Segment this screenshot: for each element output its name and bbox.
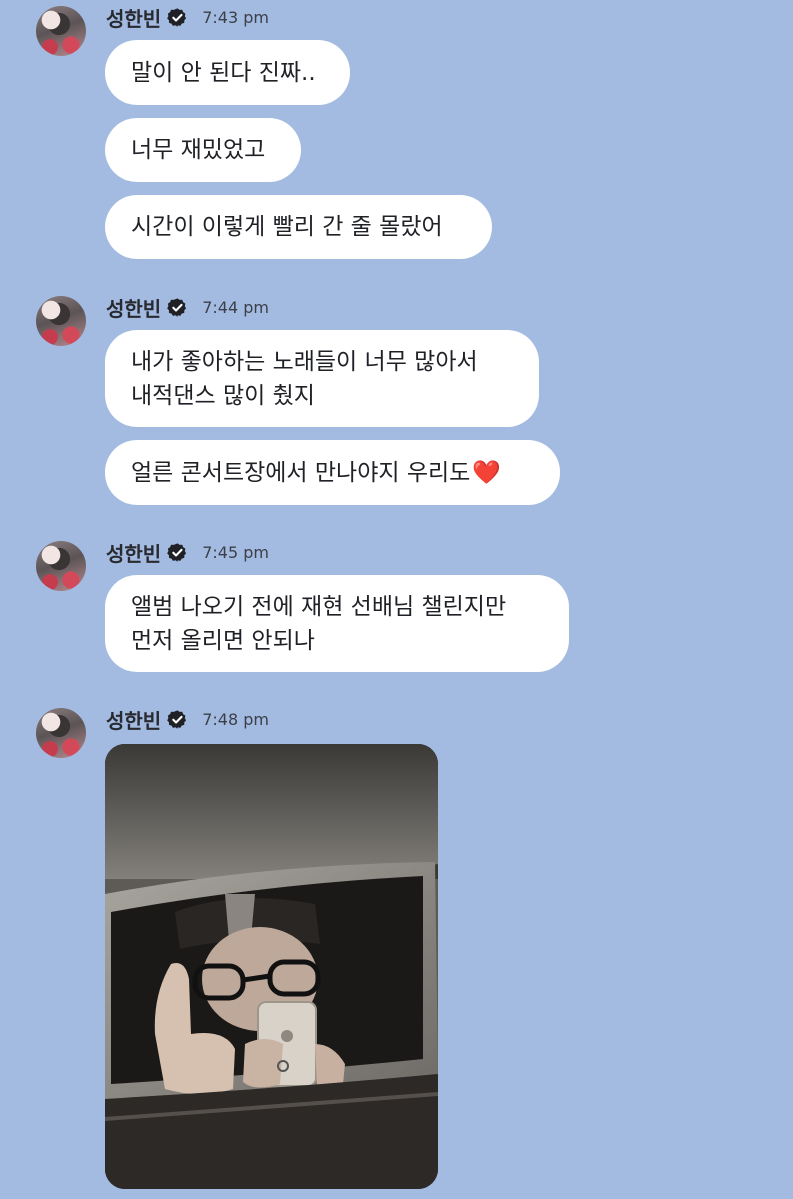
sender-name[interactable]: 성한빈 bbox=[106, 705, 161, 734]
mirror-selfie-photo-icon[interactable] bbox=[105, 744, 438, 1189]
message-header: 성한빈 7:45 pm bbox=[106, 537, 269, 567]
heart-emoji-icon: ❤️ bbox=[472, 459, 501, 486]
photo-illustration bbox=[105, 744, 438, 1189]
message-bubble[interactable]: 앨범 나오기 전에 재현 선배님 챌린지만 먼저 올리면 안되나 bbox=[105, 575, 569, 672]
message-text: 얼른 콘서트장에서 만나야지 우리도 bbox=[131, 459, 471, 486]
message-bubble[interactable]: 시간이 이렇게 빨리 간 줄 몰랐어 bbox=[105, 195, 492, 259]
chat-thread: 성한빈 7:43 pm 말이 안 된다 진짜.. 너무 재밌었고 시간이 이렇게… bbox=[0, 0, 793, 1199]
verified-badge-icon bbox=[167, 542, 187, 562]
message-bubble[interactable]: 너무 재밌었고 bbox=[105, 118, 301, 182]
message-header: 성한빈 7:48 pm bbox=[106, 704, 269, 734]
message-text: 너무 재밌었고 bbox=[131, 137, 266, 163]
sender-name[interactable]: 성한빈 bbox=[106, 538, 161, 567]
verified-badge-icon bbox=[167, 709, 187, 729]
avatar-photo-icon[interactable] bbox=[36, 541, 86, 591]
sender-name[interactable]: 성한빈 bbox=[106, 293, 161, 322]
avatar-photo-icon[interactable] bbox=[36, 6, 86, 56]
message-bubble[interactable]: 얼른 콘서트장에서 만나야지 우리도 ❤️ bbox=[105, 440, 560, 505]
message-header: 성한빈 7:43 pm bbox=[106, 2, 269, 32]
message-bubble[interactable]: 내가 좋아하는 노래들이 너무 많아서 내적댄스 많이 췄지 bbox=[105, 330, 539, 427]
message-time: 7:43 pm bbox=[202, 7, 269, 27]
message-time: 7:44 pm bbox=[202, 297, 269, 317]
message-text: 앨범 나오기 전에 재현 선배님 챌린지만 먼저 올리면 안되나 bbox=[131, 593, 507, 654]
sender-name[interactable]: 성한빈 bbox=[106, 3, 161, 32]
verified-badge-icon bbox=[167, 7, 187, 27]
message-text: 내가 좋아하는 노래들이 너무 많아서 내적댄스 많이 췄지 bbox=[131, 348, 478, 409]
avatar-photo-icon[interactable] bbox=[36, 296, 86, 346]
message-text: 말이 안 된다 진짜.. bbox=[131, 59, 316, 86]
verified-badge-icon bbox=[167, 297, 187, 317]
message-text: 시간이 이렇게 빨리 간 줄 몰랐어 bbox=[131, 214, 443, 240]
message-bubble[interactable]: 말이 안 된다 진짜.. bbox=[105, 40, 350, 105]
avatar-photo-icon[interactable] bbox=[36, 708, 86, 758]
message-header: 성한빈 7:44 pm bbox=[106, 292, 269, 322]
message-time: 7:45 pm bbox=[202, 542, 269, 562]
message-time: 7:48 pm bbox=[202, 709, 269, 729]
